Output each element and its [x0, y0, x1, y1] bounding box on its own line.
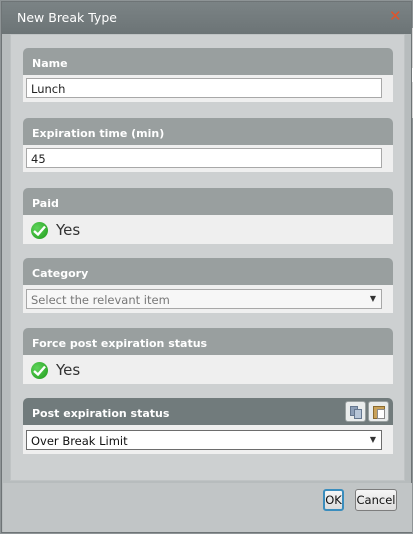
check-circle-icon [31, 222, 48, 239]
dialog-footer: OK Cancel [3, 483, 412, 532]
post-status-value: Over Break Limit [31, 434, 128, 448]
paid-value: Yes [56, 221, 81, 239]
check-circle-icon [31, 362, 48, 379]
name-input[interactable]: Lunch [26, 78, 382, 98]
post-status-section: Post expiration status Over Break Limit … [23, 398, 393, 454]
category-select[interactable]: Select the relevant item ▼ [26, 289, 382, 309]
expiration-label: Expiration time (min) [23, 118, 393, 145]
chevron-down-icon[interactable]: ▼ [370, 294, 376, 303]
post-status-label: Post expiration status [32, 407, 170, 420]
dialog-body: Name Lunch Expiration time (min) 45 Paid [10, 34, 405, 481]
name-section: Name Lunch [23, 48, 393, 102]
dialog-title-bar[interactable]: New Break Type ✕ [2, 2, 411, 34]
force-post-section: Force post expiration status Yes [23, 328, 393, 384]
expiration-section: Expiration time (min) 45 [23, 118, 393, 172]
new-break-type-dialog: New Break Type ✕ Name Lunch Expiration t… [1, 1, 412, 533]
category-section: Category Select the relevant item ▼ [23, 258, 393, 313]
post-status-select[interactable]: Over Break Limit ▼ [26, 430, 382, 450]
ok-button[interactable]: OK [323, 489, 344, 511]
post-status-header: Post expiration status [23, 398, 393, 425]
paid-section: Paid Yes [23, 188, 393, 244]
expiration-input[interactable]: 45 [26, 148, 382, 168]
cancel-button[interactable]: Cancel [355, 489, 397, 511]
category-label: Category [23, 258, 393, 285]
paste-icon[interactable] [368, 401, 389, 422]
dialog-title: New Break Type [17, 10, 117, 25]
force-post-label: Force post expiration status [23, 328, 393, 355]
close-icon[interactable]: ✕ [389, 9, 402, 24]
chevron-down-icon[interactable]: ▼ [370, 435, 376, 444]
name-label: Name [23, 48, 393, 75]
force-post-value: Yes [56, 361, 81, 379]
category-placeholder: Select the relevant item [31, 293, 170, 307]
copy-icon[interactable] [345, 401, 366, 422]
paid-label: Paid [23, 188, 393, 215]
